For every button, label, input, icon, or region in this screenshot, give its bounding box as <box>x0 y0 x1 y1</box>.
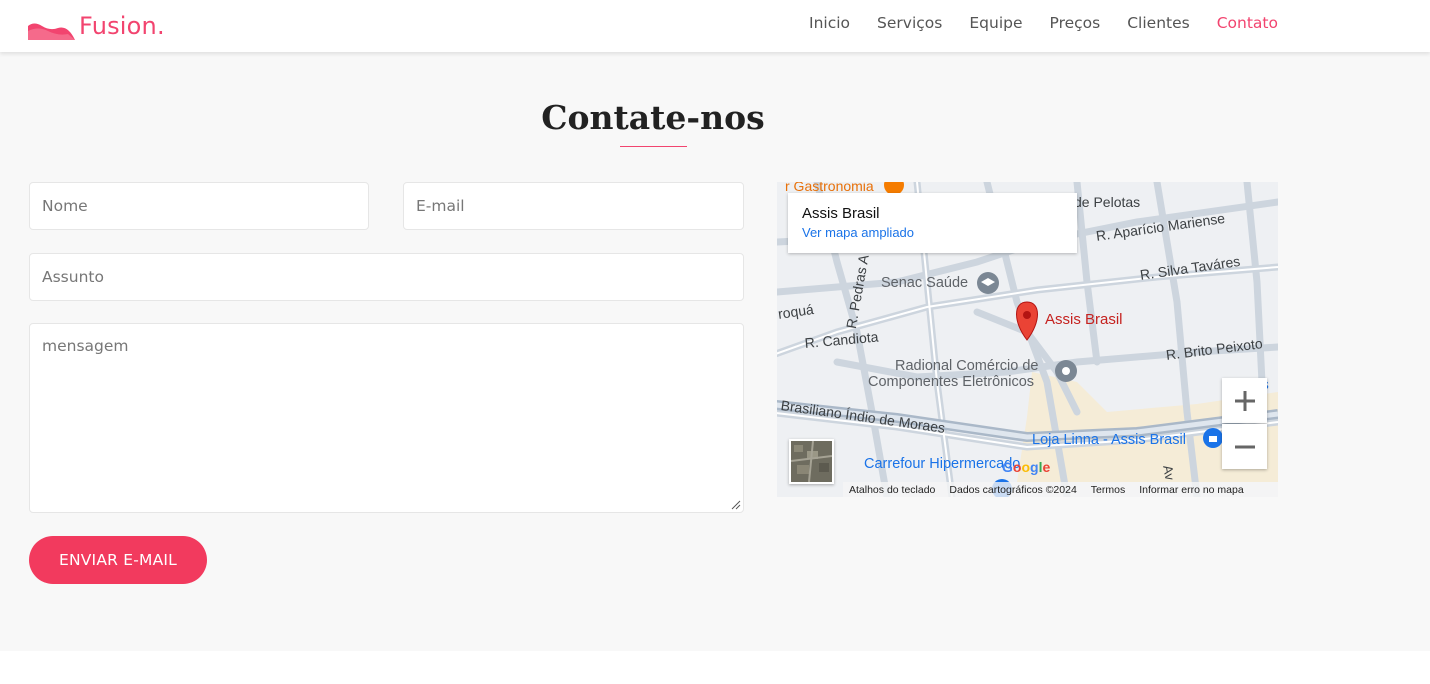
brand-logo[interactable]: Fusion. <box>28 10 165 42</box>
map-label-senac: Senac Saúde <box>881 275 969 291</box>
title-underline <box>620 146 687 147</box>
map-embed[interactable]: r Gastronomia de Pelotas R. Aparício Mar… <box>777 182 1278 497</box>
map-label-radional-2: Componentes Eletrônicos <box>868 374 1035 390</box>
main-nav: Inicio Serviços Equipe Preços Clientes C… <box>782 14 1278 32</box>
nav-item-contato[interactable]: Contato <box>1217 14 1278 32</box>
map-label-carrefour: Carrefour Hipermercado <box>864 456 1021 472</box>
zoom-out-button[interactable] <box>1222 424 1267 469</box>
email-placeholder: E-mail <box>416 197 465 215</box>
map-data-attribution: Dados cartográficos ©2024 <box>949 483 1077 496</box>
resize-grip-icon[interactable] <box>729 498 741 510</box>
nav-item-precos[interactable]: Preços <box>1050 14 1101 32</box>
terms-link[interactable]: Termos <box>1091 484 1125 496</box>
satellite-thumbnail-icon <box>790 440 833 483</box>
logo-wave-icon <box>28 23 75 40</box>
contact-section: Contate-nos Nome E-mail Assunto mensagem… <box>0 52 1430 651</box>
view-larger-map-link[interactable]: Ver mapa ampliado <box>802 225 1063 240</box>
map-footer: Atalhos do teclado Dados cartográficos ©… <box>843 482 1278 497</box>
map-info-card: Assis Brasil Ver mapa ampliado <box>788 193 1077 253</box>
minus-icon <box>1234 445 1255 448</box>
message-placeholder: mensagem <box>42 337 129 355</box>
navbar: Fusion. Inicio Serviços Equipe Preços Cl… <box>0 0 1430 52</box>
satellite-toggle[interactable] <box>789 439 834 484</box>
nav-item-inicio[interactable]: Inicio <box>809 14 850 32</box>
section-title: Contate-nos <box>541 98 765 137</box>
nav-item-servicos[interactable]: Serviços <box>877 14 942 32</box>
zoom-in-button[interactable] <box>1222 378 1267 423</box>
send-email-button[interactable]: ENVIAR E-MAIL <box>29 536 207 584</box>
message-field[interactable]: mensagem <box>29 323 744 513</box>
report-error-link[interactable]: Informar erro no mapa <box>1139 484 1243 496</box>
brand-name: Fusion. <box>79 12 165 40</box>
map-label-av: Av <box>1160 464 1178 482</box>
subject-placeholder: Assunto <box>42 268 104 286</box>
nav-item-clientes[interactable]: Clientes <box>1127 14 1189 32</box>
plus-icon <box>1234 390 1255 411</box>
map-label-radional-1: Radional Comércio de <box>895 358 1039 374</box>
map-label-linna: Loja Linna - Assis Brasil <box>1032 432 1186 448</box>
keyboard-shortcuts-link[interactable]: Atalhos do teclado <box>849 484 935 496</box>
nav-item-equipe[interactable]: Equipe <box>969 14 1022 32</box>
subject-field[interactable]: Assunto <box>29 253 744 301</box>
map-marker-label: Assis Brasil <box>1045 311 1123 328</box>
name-field[interactable]: Nome <box>29 182 369 230</box>
map-label-pelotas: de Pelotas <box>1074 194 1141 210</box>
google-logo: Google <box>1002 459 1051 475</box>
name-placeholder: Nome <box>42 197 88 215</box>
email-field[interactable]: E-mail <box>403 182 744 230</box>
map-place-name: Assis Brasil <box>802 205 880 222</box>
